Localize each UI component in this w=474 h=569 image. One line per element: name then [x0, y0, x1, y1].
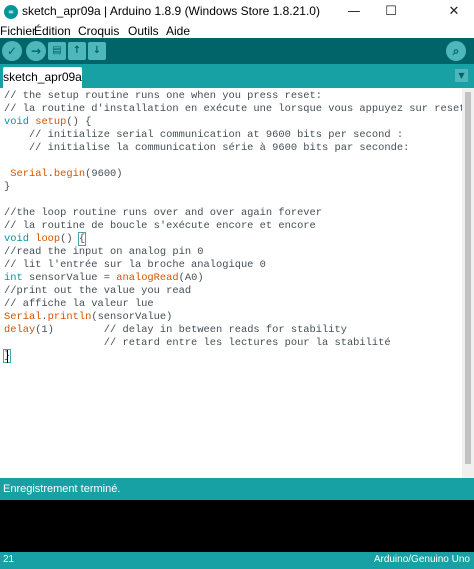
save-sketch-icon[interactable]: ↓ — [88, 42, 106, 60]
code-line-2: // la routine d'installation en exécute … — [4, 103, 462, 115]
code-line-11: // la routine de boucle s'exécute encore… — [4, 220, 316, 232]
console-output[interactable] — [0, 500, 474, 552]
new-sketch-icon[interactable]: ▤ — [48, 42, 66, 60]
code-line-12: void loop() { — [4, 232, 87, 246]
menu-fichier[interactable]: Fichier — [0, 24, 36, 38]
status-message: Enregistrement terminé. — [3, 483, 121, 495]
matched-brace: { — [77, 232, 87, 246]
code-line-16: //print out the value you read — [4, 285, 192, 297]
code-line-5: // initialise la communication série à 9… — [4, 142, 410, 154]
line-number: 21 — [3, 554, 15, 565]
code-line-14: // lit l'entrée sur la broche analogique… — [4, 259, 266, 271]
verify-icon[interactable]: ✓ — [2, 41, 22, 61]
code-line-19: delay(1) // delay in between reads for s… — [4, 324, 347, 336]
maximize-button[interactable]: ☐ — [374, 0, 408, 24]
code-line-3: void setup() { — [4, 116, 92, 128]
tab-sketch-apr09a[interactable]: sketch_apr09a — [3, 67, 82, 88]
code-line-1: // the setup routine runs one when you p… — [4, 90, 323, 102]
title-bar: ∞ sketch_apr09a | Arduino 1.8.9 (Windows… — [0, 0, 474, 24]
menu-aide[interactable]: Aide — [166, 24, 190, 38]
code-line-20: // retard entre les lectures pour la sta… — [4, 337, 391, 349]
arduino-logo-icon: ∞ — [4, 5, 18, 19]
menu-outils[interactable]: Outils — [128, 24, 159, 38]
footer-bar: 21 Arduino/Genuino Uno — [0, 552, 474, 569]
menu-edition[interactable]: Édition — [34, 24, 71, 38]
board-name: Arduino/Genuino Uno — [373, 554, 470, 565]
toolbar: ✓ → ▤ ↑ ↓ ⌕ — [0, 38, 474, 64]
serial-monitor-icon[interactable]: ⌕ — [446, 41, 466, 61]
code-line-8: } — [4, 181, 11, 193]
code-editor[interactable]: // the setup routine runs one when you p… — [0, 88, 462, 478]
tab-menu-icon[interactable]: ▼ — [455, 69, 468, 82]
code-line-10: //the loop routine runs over and over ag… — [4, 207, 323, 219]
close-button[interactable]: ✕ — [437, 0, 471, 24]
code-line-15: int sensorValue = analogRead(A0) — [4, 272, 204, 284]
open-sketch-icon[interactable]: ↑ — [68, 42, 86, 60]
menu-croquis[interactable]: Croquis — [78, 24, 119, 38]
scrollbar-thumb[interactable] — [465, 92, 471, 464]
window-title: sketch_apr09a | Arduino 1.8.9 (Windows S… — [22, 4, 320, 18]
code-line-4: // initialize serial communication at 96… — [4, 129, 404, 141]
minimize-button[interactable]: — — [337, 0, 371, 24]
code-line-18: Serial.println(sensorValue) — [4, 311, 173, 323]
code-line-13: //read the input on analog pin 0 — [4, 246, 204, 258]
editor-vertical-scrollbar[interactable] — [462, 88, 474, 478]
code-line-17: // affiche la valeur lue — [4, 298, 154, 310]
status-bar: Enregistrement terminé. — [0, 478, 474, 500]
upload-icon[interactable]: → — [26, 41, 46, 61]
tab-bar: sketch_apr09a ▼ — [0, 64, 474, 88]
code-line-7: Serial.begin(9600) — [10, 168, 123, 180]
text-caret — [7, 350, 8, 363]
menu-bar: Fichier Édition Croquis Outils Aide — [0, 24, 474, 38]
